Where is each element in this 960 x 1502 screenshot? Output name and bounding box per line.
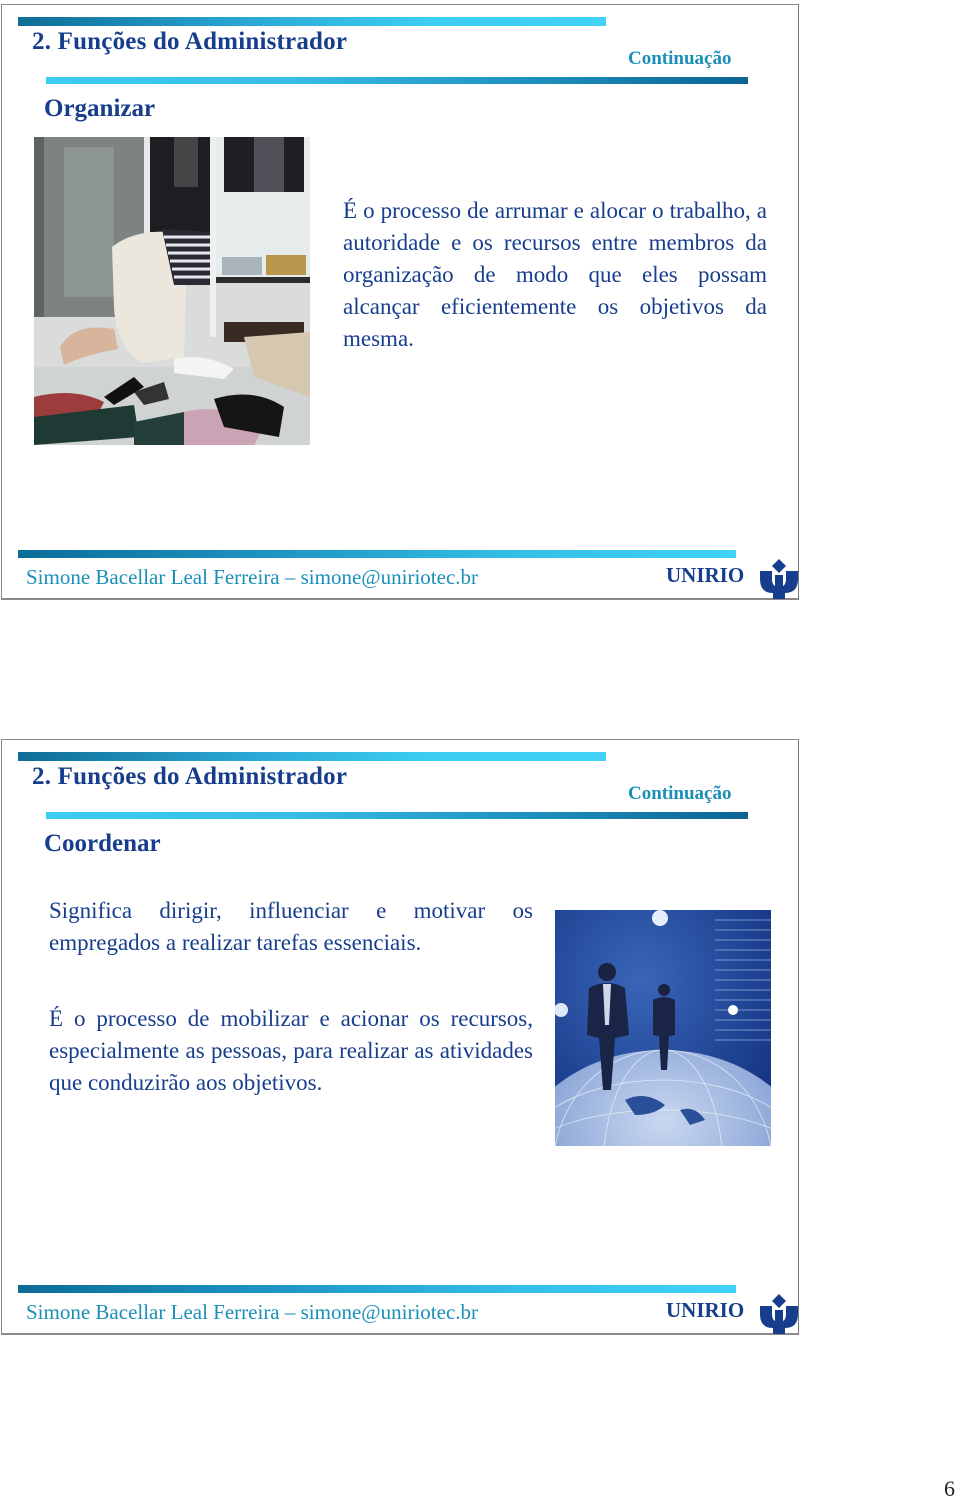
- businessmen-globe-illustration: [555, 910, 771, 1146]
- slide-title: 2. Funções do Administrador: [32, 28, 348, 55]
- closet-photo: [34, 137, 310, 445]
- title-underline-bar: [46, 812, 748, 819]
- footer-institution: UNIRIO: [666, 563, 745, 587]
- page-number: 6: [944, 1476, 955, 1501]
- footer-decor-bar: [18, 550, 736, 558]
- slide-body-text: É o processo de arrumar e alocar o traba…: [343, 195, 767, 355]
- body-paragraph: É o processo de arrumar e alocar o traba…: [343, 198, 767, 351]
- footer-author: Simone Bacellar Leal Ferreira – simone@u…: [26, 1300, 479, 1324]
- header-decor-bar: [18, 17, 606, 26]
- slide-coordenar: 2. Funções do Administrador Continuação …: [1, 739, 799, 1335]
- unirio-logo-icon: [760, 1294, 798, 1334]
- footer-author: Simone Bacellar Leal Ferreira – simone@u…: [26, 565, 479, 589]
- footer-institution: UNIRIO: [666, 1298, 745, 1322]
- slide-organizar: 2. Funções do Administrador Continuação …: [1, 4, 799, 600]
- header-decor-bar: [18, 752, 606, 761]
- slide-title: 2. Funções do Administrador: [32, 763, 348, 790]
- businessmen-globe-photo: [555, 910, 771, 1146]
- footer-decor-bar: [18, 1285, 736, 1293]
- slide-subtitle: Organizar: [44, 95, 156, 122]
- slide-subtitle: Coordenar: [44, 830, 161, 857]
- body-paragraph: É o processo de mobilizar e acionar os r…: [49, 1006, 533, 1095]
- continuation-label: Continuação: [628, 48, 732, 69]
- body-paragraph: Significa dirigir, influenciar e motivar…: [49, 898, 533, 955]
- unirio-logo-icon: [760, 559, 798, 599]
- closet-photo-illustration: [34, 137, 310, 445]
- slide-body-text: Significa dirigir, influenciar e motivar…: [49, 895, 533, 1099]
- continuation-label: Continuação: [628, 783, 732, 804]
- title-underline-bar: [46, 77, 748, 84]
